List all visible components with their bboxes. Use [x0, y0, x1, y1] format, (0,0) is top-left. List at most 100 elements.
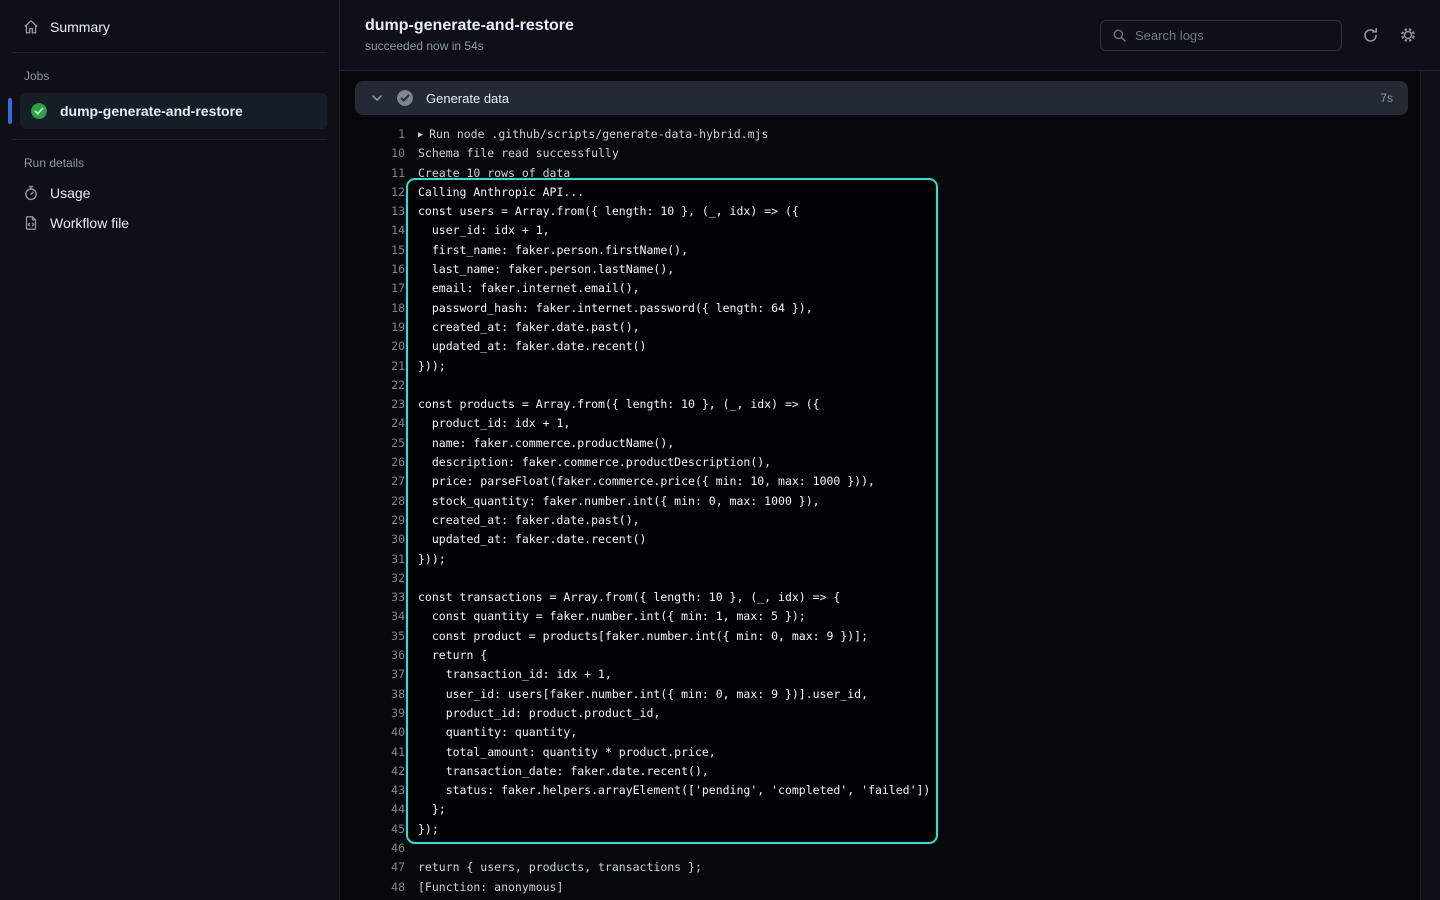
log-line-number[interactable]: 1 — [340, 125, 405, 144]
log-line-number[interactable]: 18 — [340, 299, 405, 318]
log-line-number[interactable]: 32 — [340, 569, 405, 588]
sidebar-divider — [12, 139, 327, 140]
log-line: 21 })); — [340, 357, 1420, 376]
log-line-number[interactable]: 10 — [340, 144, 405, 163]
log-line: 15 first_name: faker.person.firstName(), — [340, 241, 1420, 260]
log-line: 43 status: faker.helpers.arrayElement(['… — [340, 781, 1420, 800]
log-line-number[interactable]: 37 — [340, 665, 405, 684]
log-line-number[interactable]: 29 — [340, 511, 405, 530]
log-line-text: price: parseFloat(faker.commerce.price({… — [405, 472, 875, 491]
log-line-number[interactable]: 13 — [340, 202, 405, 221]
log-line-text: transaction_id: idx + 1, — [405, 665, 612, 684]
log-line: 40 quantity: quantity, — [340, 723, 1420, 742]
log-line: 34 const quantity = faker.number.int({ m… — [340, 607, 1420, 626]
group-toggle-icon[interactable]: ▶ — [418, 126, 429, 145]
log-line-text: created_at: faker.date.past(), — [405, 511, 640, 530]
scrollbar-track[interactable] — [1420, 71, 1440, 900]
log-line-number[interactable]: 26 — [340, 453, 405, 472]
run-details-heading: Run details — [0, 150, 339, 178]
log-line-number[interactable]: 11 — [340, 164, 405, 183]
step-header-generate-data[interactable]: Generate data 7s — [355, 81, 1408, 115]
log-line-number[interactable]: 27 — [340, 472, 405, 491]
log-line-number[interactable]: 47 — [340, 858, 405, 877]
log-line-number[interactable]: 33 — [340, 588, 405, 607]
log-line-text: })); — [405, 550, 446, 569]
job-success-icon — [30, 102, 48, 120]
log-line-text: const products = Array.from({ length: 10… — [405, 395, 820, 414]
chevron-down-icon — [370, 91, 384, 105]
log-line-number[interactable]: 43 — [340, 781, 405, 800]
log-line: 1 ▶Run node .github/scripts/generate-dat… — [340, 125, 1420, 144]
log-line-number[interactable]: 23 — [340, 395, 405, 414]
log-line-number[interactable]: 22 — [340, 376, 405, 395]
log-line-number[interactable]: 48 — [340, 878, 405, 897]
sidebar-job-dump-generate-and-restore[interactable]: dump-generate-and-restore — [20, 93, 327, 129]
log-line: 45 }); — [340, 820, 1420, 839]
log-line-number[interactable]: 14 — [340, 221, 405, 240]
log-line-text: updated_at: faker.date.recent() — [405, 530, 646, 549]
log-line-text: product_id: idx + 1, — [405, 414, 570, 433]
log-line-number[interactable]: 15 — [340, 241, 405, 260]
log-line-number[interactable]: 39 — [340, 704, 405, 723]
log-line: 30 updated_at: faker.date.recent() — [340, 530, 1420, 549]
gear-icon[interactable] — [1398, 25, 1418, 45]
log-line-number[interactable]: 28 — [340, 492, 405, 511]
log-line: 17 email: faker.internet.email(), — [340, 279, 1420, 298]
log-line-number[interactable]: 38 — [340, 685, 405, 704]
search-logs-box[interactable] — [1100, 20, 1342, 51]
log-line: 12 Calling Anthropic API... — [340, 183, 1420, 202]
log-panel: Generate data 7s 1 ▶Run node .github/scr… — [340, 71, 1440, 900]
log-line-number[interactable]: 19 — [340, 318, 405, 337]
log-line-text: transaction_date: faker.date.recent(), — [405, 762, 709, 781]
log-line-number[interactable]: 31 — [340, 550, 405, 569]
log-line: 13 const users = Array.from({ length: 10… — [340, 202, 1420, 221]
log-line-number[interactable]: 16 — [340, 260, 405, 279]
step-duration: 7s — [1380, 91, 1393, 105]
run-status-text: succeeded now in 54s — [365, 39, 574, 53]
sidebar-item-workflow-file[interactable]: Workflow file — [0, 208, 339, 238]
header-controls — [1100, 20, 1418, 51]
log-line-text: }); — [405, 820, 439, 839]
log-line: 28 stock_quantity: faker.number.int({ mi… — [340, 492, 1420, 511]
log-line-number[interactable]: 35 — [340, 627, 405, 646]
log-line-text: product_id: product.product_id, — [405, 704, 660, 723]
log-line-text: quantity: quantity, — [405, 723, 577, 742]
log-line-number[interactable]: 30 — [340, 530, 405, 549]
log-line-number[interactable]: 42 — [340, 762, 405, 781]
log-line-text — [405, 569, 418, 588]
search-logs-input[interactable] — [1135, 28, 1331, 43]
log-line-number[interactable]: 44 — [340, 800, 405, 819]
log-line-number[interactable]: 24 — [340, 414, 405, 433]
log-line-text: created_at: faker.date.past(), — [405, 318, 640, 337]
log-line-text: return { users, products, transactions }… — [405, 858, 702, 877]
sidebar-item-usage[interactable]: Usage — [0, 178, 339, 208]
log-line-text: const quantity = faker.number.int({ min:… — [405, 607, 806, 626]
log-line-number[interactable]: 36 — [340, 646, 405, 665]
log-line-number[interactable]: 20 — [340, 337, 405, 356]
sidebar-item-summary[interactable]: Summary — [0, 12, 339, 42]
log-line-text: status: faker.helpers.arrayElement(['pen… — [405, 781, 930, 800]
log-line-number[interactable]: 46 — [340, 839, 405, 858]
step-success-icon — [396, 89, 414, 107]
log-line: 46 — [340, 839, 1420, 858]
log-lines: 1 ▶Run node .github/scripts/generate-dat… — [340, 115, 1420, 900]
log-line-number[interactable]: 45 — [340, 820, 405, 839]
log-line-text: updated_at: faker.date.recent() — [405, 337, 646, 356]
log-line-number[interactable]: 17 — [340, 279, 405, 298]
log-line-number[interactable]: 12 — [340, 183, 405, 202]
log-line-text: name: faker.commerce.productName(), — [405, 434, 674, 453]
refresh-button[interactable] — [1360, 25, 1380, 45]
log-line: 35 const product = products[faker.number… — [340, 627, 1420, 646]
workflow-run-page: Summary Jobs dump-generate-and-restore R… — [0, 0, 1440, 900]
sidebar-item-label: Summary — [50, 19, 110, 35]
log-line-text: total_amount: quantity * product.price, — [405, 743, 716, 762]
log-line-number[interactable]: 41 — [340, 743, 405, 762]
log-line: 37 transaction_id: idx + 1, — [340, 665, 1420, 684]
log-line: 16 last_name: faker.person.lastName(), — [340, 260, 1420, 279]
log-line-number[interactable]: 40 — [340, 723, 405, 742]
log-line-number[interactable]: 21 — [340, 357, 405, 376]
log-line-number[interactable]: 34 — [340, 607, 405, 626]
log-line-text — [405, 376, 418, 395]
log-line-number[interactable]: 25 — [340, 434, 405, 453]
log-line: 32 — [340, 569, 1420, 588]
